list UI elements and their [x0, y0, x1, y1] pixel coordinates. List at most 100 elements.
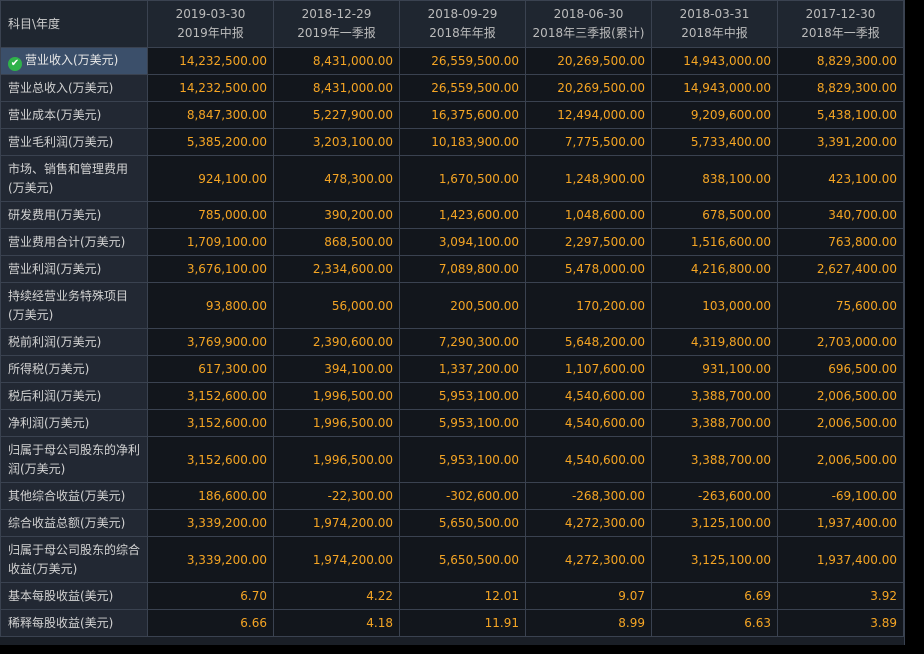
table-row[interactable]: 营业成本(万美元) 8,847,300.00 5,227,900.00 16,375,…: [0, 101, 904, 129]
value-cell: 200,500.00: [399, 282, 526, 329]
value-cell: 5,953,100.00: [399, 436, 526, 483]
table-row[interactable]: ✔ 营业收入(万美元) 14,232,500.00 8,431,000.00 26,55…: [0, 47, 904, 75]
column-header[interactable]: 2017-12-30 2018年一季报: [777, 0, 904, 48]
table-row[interactable]: 税前利润(万美元) 3,769,900.00 2,390,600.00 7,290,3…: [0, 328, 904, 356]
table-row[interactable]: 营业总收入(万美元) 14,232,500.00 8,431,000.00 26,55…: [0, 74, 904, 102]
table-row[interactable]: 营业费用合计(万美元) 1,709,100.00 868,500.00 3,094,1…: [0, 228, 904, 256]
row-label: 税后利润(万美元): [8, 388, 102, 403]
value-cell: 8.99: [525, 609, 652, 637]
column-period: 2018年一季报: [801, 26, 880, 40]
table-row[interactable]: 营业毛利润(万美元) 5,385,200.00 3,203,100.00 10,183…: [0, 128, 904, 156]
row-label-cell[interactable]: 税后利润(万美元): [0, 382, 148, 410]
value-cell: -69,100.00: [777, 482, 904, 510]
column-header[interactable]: 2018-03-31 2018年中报: [651, 0, 778, 48]
value-cell: 3,339,200.00: [147, 509, 274, 537]
column-date: 2018-09-29: [427, 7, 498, 21]
value-cell: 2,627,400.00: [777, 255, 904, 283]
value-cell: 3,152,600.00: [147, 409, 274, 437]
value-cell: -268,300.00: [525, 482, 652, 510]
row-label: 归属于母公司股东的净利润(万美元): [8, 442, 141, 476]
row-label: 基本每股收益(美元): [8, 588, 114, 603]
column-date: 2018-12-29: [301, 7, 372, 21]
row-label-cell[interactable]: 持续经营业务特殊项目(万美元): [0, 282, 148, 329]
value-cell: 478,300.00: [273, 155, 400, 202]
value-cell: 3,391,200.00: [777, 128, 904, 156]
value-cell: 4,540,600.00: [525, 436, 652, 483]
row-label: 营业成本(万美元): [8, 107, 102, 122]
row-label-cell[interactable]: 归属于母公司股东的综合收益(万美元): [0, 536, 148, 583]
row-label-cell[interactable]: 营业总收入(万美元): [0, 74, 148, 102]
row-label-cell[interactable]: 净利润(万美元): [0, 409, 148, 437]
value-cell: 3.89: [777, 609, 904, 637]
row-label-cell[interactable]: 归属于母公司股东的净利润(万美元): [0, 436, 148, 483]
row-label: 营业利润(万美元): [8, 261, 102, 276]
table-row[interactable]: 税后利润(万美元) 3,152,600.00 1,996,500.00 5,953,1…: [0, 382, 904, 410]
header-row: 科目\年度 2019-03-30 2019年中报 2018-12-29 2019年一…: [0, 0, 904, 48]
value-cell: 6.66: [147, 609, 274, 637]
table-row[interactable]: 归属于母公司股东的净利润(万美元) 3,152,600.00 1,996,500.0…: [0, 436, 904, 483]
row-label-cell[interactable]: 基本每股收益(美元): [0, 582, 148, 610]
value-cell: 6.69: [651, 582, 778, 610]
value-cell: 9,209,600.00: [651, 101, 778, 129]
row-label-cell[interactable]: ✔ 营业收入(万美元): [0, 47, 148, 75]
value-cell: 12.01: [399, 582, 526, 610]
table-row[interactable]: 稀释每股收益(美元) 6.66 4.18 11.91 8.99 6.63 3.89: [0, 609, 904, 637]
financial-table-panel: 科目\年度 2019-03-30 2019年中报 2018-12-29 2019年一…: [0, 0, 905, 645]
table-row[interactable]: 其他综合收益(万美元) 186,600.00 -22,300.00 -302,600.…: [0, 482, 904, 510]
row-label-cell[interactable]: 所得税(万美元): [0, 355, 148, 383]
row-label-cell[interactable]: 营业费用合计(万美元): [0, 228, 148, 256]
row-label-cell[interactable]: 研发费用(万美元): [0, 201, 148, 229]
table-row[interactable]: 持续经营业务特殊项目(万美元) 93,800.00 56,000.00 200,500…: [0, 282, 904, 329]
row-label-cell[interactable]: 营业毛利润(万美元): [0, 128, 148, 156]
table-row[interactable]: 市场、销售和管理费用(万美元) 924,100.00 478,300.00 1,670…: [0, 155, 904, 202]
column-header[interactable]: 2018-12-29 2019年一季报: [273, 0, 400, 48]
value-cell: 2,390,600.00: [273, 328, 400, 356]
row-label: 研发费用(万美元): [8, 207, 102, 222]
value-cell: 3.92: [777, 582, 904, 610]
value-cell: 5,438,100.00: [777, 101, 904, 129]
value-cell: 1,974,200.00: [273, 536, 400, 583]
table-row[interactable]: 营业利润(万美元) 3,676,100.00 2,334,600.00 7,089,8…: [0, 255, 904, 283]
value-cell: 394,100.00: [273, 355, 400, 383]
table-row[interactable]: 基本每股收益(美元) 6.70 4.22 12.01 9.07 6.69 3.92: [0, 582, 904, 610]
value-cell: 5,385,200.00: [147, 128, 274, 156]
column-date: 2018-03-31: [679, 7, 750, 21]
value-cell: 5,478,000.00: [525, 255, 652, 283]
row-label-cell[interactable]: 税前利润(万美元): [0, 328, 148, 356]
row-label-cell[interactable]: 稀释每股收益(美元): [0, 609, 148, 637]
row-label-cell[interactable]: 市场、销售和管理费用(万美元): [0, 155, 148, 202]
value-cell: 8,829,300.00: [777, 74, 904, 102]
column-period: 2019年中报: [177, 26, 244, 40]
value-cell: 2,334,600.00: [273, 255, 400, 283]
corner-header: 科目\年度: [0, 0, 148, 48]
value-cell: 3,094,100.00: [399, 228, 526, 256]
value-cell: 2,703,000.00: [777, 328, 904, 356]
value-cell: 785,000.00: [147, 201, 274, 229]
column-header[interactable]: 2019-03-30 2019年中报: [147, 0, 274, 48]
value-cell: 4,272,300.00: [525, 536, 652, 583]
row-label-cell[interactable]: 综合收益总额(万美元): [0, 509, 148, 537]
value-cell: 8,431,000.00: [273, 47, 400, 75]
table-row[interactable]: 净利润(万美元) 3,152,600.00 1,996,500.00 5,953,10…: [0, 409, 904, 437]
value-cell: 26,559,500.00: [399, 74, 526, 102]
value-cell: 868,500.00: [273, 228, 400, 256]
value-cell: 8,829,300.00: [777, 47, 904, 75]
row-label-cell[interactable]: 营业成本(万美元): [0, 101, 148, 129]
table-row[interactable]: 综合收益总额(万美元) 3,339,200.00 1,974,200.00 5,650…: [0, 509, 904, 537]
value-cell: 1,670,500.00: [399, 155, 526, 202]
value-cell: 1,709,100.00: [147, 228, 274, 256]
income-statement-table: 科目\年度 2019-03-30 2019年中报 2018-12-29 2019年一…: [0, 0, 904, 637]
table-row[interactable]: 归属于母公司股东的综合收益(万美元) 3,339,200.00 1,974,200.…: [0, 536, 904, 583]
value-cell: -263,600.00: [651, 482, 778, 510]
check-circle-icon: ✔: [8, 57, 22, 71]
column-date: 2017-12-30: [805, 7, 876, 21]
column-header[interactable]: 2018-06-30 2018年三季报(累计): [525, 0, 652, 48]
row-label-cell[interactable]: 其他综合收益(万美元): [0, 482, 148, 510]
column-header[interactable]: 2018-09-29 2018年年报: [399, 0, 526, 48]
table-row[interactable]: 所得税(万美元) 617,300.00 394,100.00 1,337,200.00…: [0, 355, 904, 383]
value-cell: 931,100.00: [651, 355, 778, 383]
value-cell: 12,494,000.00: [525, 101, 652, 129]
table-row[interactable]: 研发费用(万美元) 785,000.00 390,200.00 1,423,600.0…: [0, 201, 904, 229]
row-label-cell[interactable]: 营业利润(万美元): [0, 255, 148, 283]
value-cell: 7,089,800.00: [399, 255, 526, 283]
